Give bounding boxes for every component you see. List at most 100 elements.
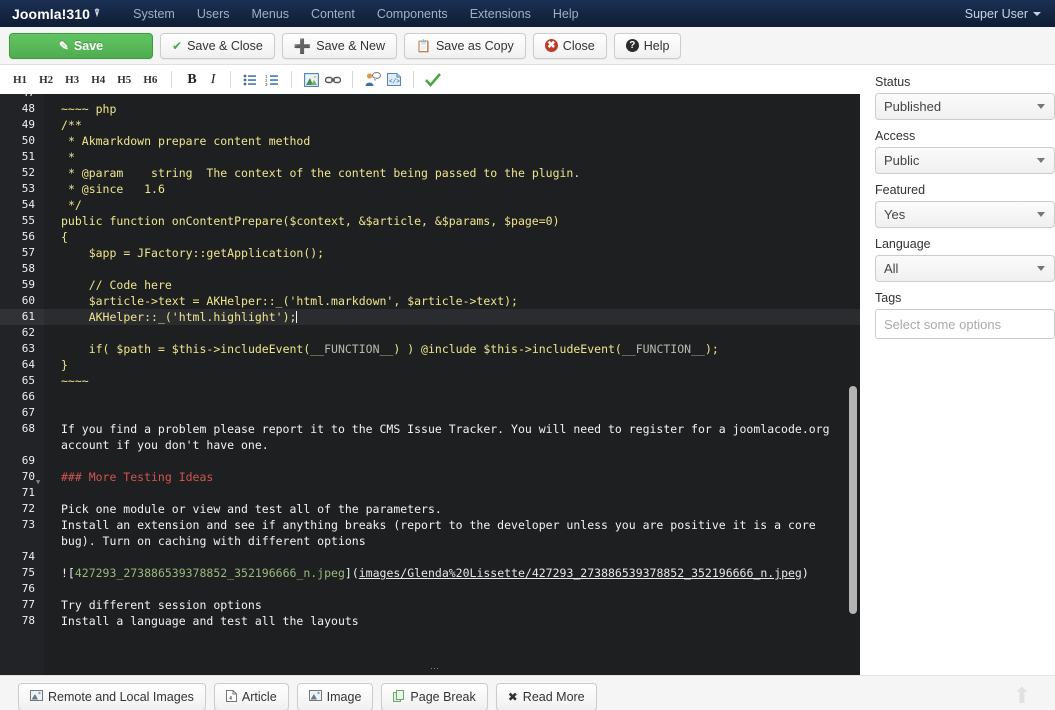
code-line[interactable]: 48 ~~~~ php — [0, 101, 860, 117]
code-line[interactable]: 75 ![427293_273886539378852_352196666_n.j… — [0, 565, 860, 581]
toolbar-divider — [291, 71, 293, 88]
image-label: Image — [326, 689, 362, 704]
unordered-list-icon[interactable] — [240, 71, 260, 89]
code-editor[interactable]: 4748~~~~ php49/**50 * Akmarkdown prepare… — [0, 94, 860, 675]
line-number: 61 — [0, 309, 44, 325]
h1-label: H1 — [13, 73, 28, 86]
code-line[interactable]: 57 $app = JFactory::getApplication(); — [0, 245, 860, 261]
heading-3-button[interactable]: H3 — [60, 72, 84, 88]
heading-5-button[interactable]: H5 — [112, 72, 136, 88]
apply-check-icon[interactable] — [423, 71, 443, 89]
code-line[interactable]: 68 If you find a problem please report it… — [0, 421, 860, 453]
code-line[interactable]: 55 public function onContentPrepare($cont… — [0, 213, 860, 229]
code-line[interactable]: 58 — [0, 261, 860, 277]
status-select[interactable]: Published — [875, 93, 1055, 120]
line-content: ~~~~ — [61, 374, 89, 388]
code-line[interactable]: 66 — [0, 389, 860, 405]
code-line[interactable]: 50 * Akmarkdown prepare content method — [0, 133, 860, 149]
save-button-label: Save — [73, 38, 104, 53]
insert-link-icon[interactable] — [323, 71, 343, 89]
code-line[interactable]: 73 Install an extension and see if anythi… — [0, 517, 860, 549]
heading-6-button[interactable]: H6 — [138, 72, 162, 88]
code-line[interactable]: 63 if( $path = $this->includeEvent(__FUN… — [0, 341, 860, 357]
chevron-down-icon — [1037, 158, 1045, 163]
save-and-close-button[interactable]: ✔ Save & Close — [160, 32, 275, 59]
line-content: * @since 1.6 — [61, 182, 165, 196]
remote-and-local-images-button[interactable]: Remote and Local Images — [18, 682, 206, 710]
code-line[interactable]: 51 * — [0, 149, 860, 165]
language-select[interactable]: All — [875, 255, 1055, 282]
code-line[interactable]: 65 ~~~~ — [0, 373, 860, 389]
top-navigation-bar: Joomla!310 ⍒ System Users Menus Content … — [0, 0, 1055, 27]
nav-item-menus[interactable]: Menus — [241, 2, 301, 26]
save-as-copy-button[interactable]: 📋 Save as Copy — [404, 32, 526, 59]
h5-label: H5 — [117, 73, 132, 86]
code-line[interactable]: 67 — [0, 405, 860, 421]
insert-image-icon[interactable] — [301, 71, 321, 89]
italic-button[interactable]: I — [205, 71, 222, 89]
line-content: * @param string The context of the conte… — [61, 166, 581, 180]
access-select[interactable]: Public — [875, 147, 1055, 174]
scroll-to-top-icon[interactable]: ⬆ — [1007, 682, 1037, 710]
nav-item-components[interactable]: Components — [366, 2, 459, 26]
heading-1-button[interactable]: H1 — [8, 72, 32, 88]
nav-item-system[interactable]: System — [122, 2, 186, 26]
bold-button[interactable]: B — [181, 71, 202, 89]
code-line[interactable]: 53 * @since 1.6 — [0, 181, 860, 197]
language-label: Language — [875, 237, 931, 251]
nav-item-help[interactable]: Help — [542, 2, 590, 26]
code-line[interactable]: 76 — [0, 581, 860, 597]
nav-item-content[interactable]: Content — [300, 2, 366, 26]
tags-placeholder: Select some options — [884, 316, 1002, 332]
code-line[interactable]: 56 { — [0, 229, 860, 245]
code-line[interactable]: 54 */ — [0, 197, 860, 213]
featured-select[interactable]: Yes — [875, 201, 1055, 228]
h2-label: H2 — [39, 73, 54, 86]
code-line[interactable]: 62 — [0, 325, 860, 341]
code-line[interactable]: 59 // Code here — [0, 277, 860, 293]
code-line[interactable]: 64} — [0, 357, 860, 373]
code-line[interactable]: 71 — [0, 485, 860, 501]
line-content: $app = JFactory::getApplication(); — [61, 246, 325, 260]
article-button[interactable]: Article — [213, 682, 289, 710]
code-line[interactable]: 49 /** — [0, 117, 860, 133]
image-button[interactable]: Image — [296, 682, 374, 710]
save-button[interactable]: ✎ Save — [9, 32, 153, 59]
help-button[interactable]: ? Help — [613, 32, 682, 59]
ordered-list-icon[interactable]: 1 2 3 — [262, 71, 282, 89]
code-line[interactable]: 78 Install a language and test all the la… — [0, 613, 860, 629]
code-line[interactable]: 47 — [0, 94, 860, 101]
field-featured: Featured Yes — [875, 183, 1055, 228]
read-more-icon[interactable] — [362, 71, 382, 89]
user-menu[interactable]: Super User — [965, 0, 1041, 27]
line-content — [44, 261, 860, 277]
code-line[interactable]: 72 Pick one module or view and test all o… — [0, 501, 860, 517]
line-content: Try different session options — [61, 598, 262, 612]
code-line[interactable]: 70 ▼ ### More Testing Ideas — [0, 469, 860, 486]
close-button[interactable]: ✖ Close — [532, 32, 607, 59]
line-content: */ — [61, 198, 82, 212]
code-line[interactable]: 74 — [0, 549, 860, 565]
nav-item-extensions[interactable]: Extensions — [459, 2, 542, 26]
sidebar-panel: Status Published Access Public Featured … — [869, 65, 1055, 675]
brand-logo[interactable]: Joomla!310 ⍒ — [12, 6, 100, 22]
tags-input[interactable]: Select some options — [875, 309, 1055, 339]
code-line[interactable]: 60 $article->text = AKHelper::_('html.ma… — [0, 293, 860, 309]
page-break-icon[interactable]: </> — [384, 71, 404, 89]
code-line[interactable]: 69 — [0, 453, 860, 469]
save-and-new-button[interactable]: ➕ Save & New — [281, 32, 398, 59]
page-break-button[interactable]: Page Break — [381, 682, 488, 710]
line-content: Pick one module or view and test all of … — [61, 502, 442, 516]
heading-4-button[interactable]: H4 — [86, 72, 110, 88]
line-content: Install a language and test all the layo… — [61, 614, 359, 628]
code-line[interactable]: 77 Try different session options — [0, 597, 860, 613]
nav-item-users[interactable]: Users — [186, 2, 241, 26]
heading-2-button[interactable]: H2 — [34, 72, 58, 88]
read-more-button[interactable]: ✖ Read More — [495, 682, 597, 710]
code-line[interactable]: 61 AKHelper::_('html.highlight'); — [0, 309, 860, 325]
chevron-down-icon — [1037, 212, 1045, 217]
editor-vertical-scrollbar[interactable] — [849, 386, 857, 614]
picture-icon — [30, 690, 43, 703]
code-line[interactable]: 52 * @param string The context of the co… — [0, 165, 860, 181]
horizontal-scroll-handle[interactable]: ⋯ — [430, 663, 440, 674]
